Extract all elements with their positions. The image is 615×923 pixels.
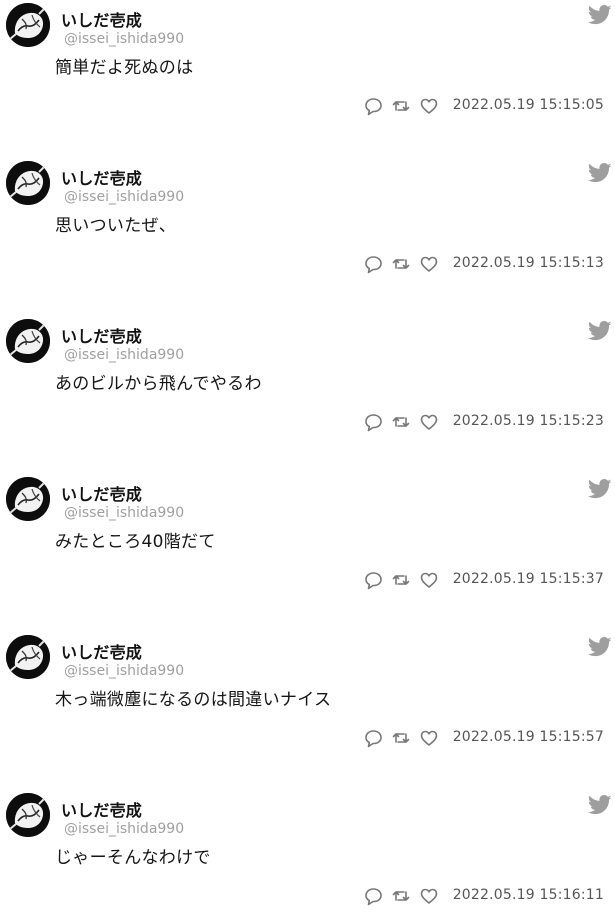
avatar[interactable] <box>6 319 50 363</box>
reply-icon[interactable] <box>362 727 384 749</box>
author-name[interactable]: いしだ壱成 <box>61 797 142 821</box>
retweet-icon[interactable] <box>390 727 412 749</box>
author-handle[interactable]: @issei_ishida990 <box>64 347 184 363</box>
bird-icon[interactable] <box>588 795 612 815</box>
heart-icon[interactable] <box>418 253 440 275</box>
bird-icon[interactable] <box>588 321 612 341</box>
tweet-actions <box>362 253 440 275</box>
author-handle[interactable]: @issei_ishida990 <box>64 821 184 837</box>
tweet-card: いしだ壱成 @issei_ishida990 みたところ40階だて 2022.0… <box>0 477 615 607</box>
bird-icon[interactable] <box>588 163 612 183</box>
retweet-icon[interactable] <box>390 411 412 433</box>
tweet-text: みたところ40階だて <box>55 532 216 552</box>
heart-icon[interactable] <box>418 727 440 749</box>
avatar[interactable] <box>6 635 50 679</box>
heart-icon[interactable] <box>418 569 440 591</box>
avatar[interactable] <box>6 477 50 521</box>
bird-icon[interactable] <box>588 479 612 499</box>
tweet-card: いしだ壱成 @issei_ishida990 簡単だよ死ぬのは 2022.05.… <box>0 3 615 133</box>
avatar[interactable] <box>6 161 50 205</box>
author-name[interactable]: いしだ壱成 <box>61 481 142 505</box>
tweet-timestamp[interactable]: 2022.05.19 15:15:05 <box>453 97 604 113</box>
tweet-actions <box>362 727 440 749</box>
heart-icon[interactable] <box>418 885 440 907</box>
author-name[interactable]: いしだ壱成 <box>61 323 142 347</box>
tweet-text: じゃーそんなわけで <box>55 848 211 868</box>
tweet-actions <box>362 885 440 907</box>
author-name[interactable]: いしだ壱成 <box>61 7 142 31</box>
tweet-actions <box>362 569 440 591</box>
author-handle[interactable]: @issei_ishida990 <box>64 663 184 679</box>
bird-icon[interactable] <box>588 5 612 25</box>
tweet-actions <box>362 411 440 433</box>
tweet-text: あのビルから飛んでやるわ <box>55 374 262 394</box>
tweet-timestamp[interactable]: 2022.05.19 15:15:57 <box>453 729 604 745</box>
reply-icon[interactable] <box>362 95 384 117</box>
tweet-timestamp[interactable]: 2022.05.19 15:15:23 <box>453 413 604 429</box>
tweet-card: いしだ壱成 @issei_ishida990 じゃーそんなわけで 2022.05… <box>0 793 615 923</box>
author-name[interactable]: いしだ壱成 <box>61 639 142 663</box>
reply-icon[interactable] <box>362 411 384 433</box>
tweet-text: 木っ端微塵になるのは間違いナイス <box>55 690 332 710</box>
tweet-actions <box>362 95 440 117</box>
bird-icon[interactable] <box>588 637 612 657</box>
tweet-card: いしだ壱成 @issei_ishida990 思いついたぜ、 2022.05.1… <box>0 161 615 291</box>
tweet-card: いしだ壱成 @issei_ishida990 あのビルから飛んでやるわ 2022… <box>0 319 615 449</box>
tweet-timestamp[interactable]: 2022.05.19 15:15:37 <box>453 571 604 587</box>
author-name[interactable]: いしだ壱成 <box>61 165 142 189</box>
avatar[interactable] <box>6 3 50 47</box>
tweet-text: 簡単だよ死ぬのは <box>55 58 194 78</box>
reply-icon[interactable] <box>362 885 384 907</box>
heart-icon[interactable] <box>418 411 440 433</box>
author-handle[interactable]: @issei_ishida990 <box>64 31 184 47</box>
retweet-icon[interactable] <box>390 95 412 117</box>
reply-icon[interactable] <box>362 253 384 275</box>
tweet-timestamp[interactable]: 2022.05.19 15:15:13 <box>453 255 604 271</box>
avatar[interactable] <box>6 793 50 837</box>
heart-icon[interactable] <box>418 95 440 117</box>
retweet-icon[interactable] <box>390 253 412 275</box>
retweet-icon[interactable] <box>390 885 412 907</box>
author-handle[interactable]: @issei_ishida990 <box>64 505 184 521</box>
reply-icon[interactable] <box>362 569 384 591</box>
author-handle[interactable]: @issei_ishida990 <box>64 189 184 205</box>
retweet-icon[interactable] <box>390 569 412 591</box>
tweet-card: いしだ壱成 @issei_ishida990 木っ端微塵になるのは間違いナイス … <box>0 635 615 765</box>
tweet-text: 思いついたぜ、 <box>55 216 177 236</box>
